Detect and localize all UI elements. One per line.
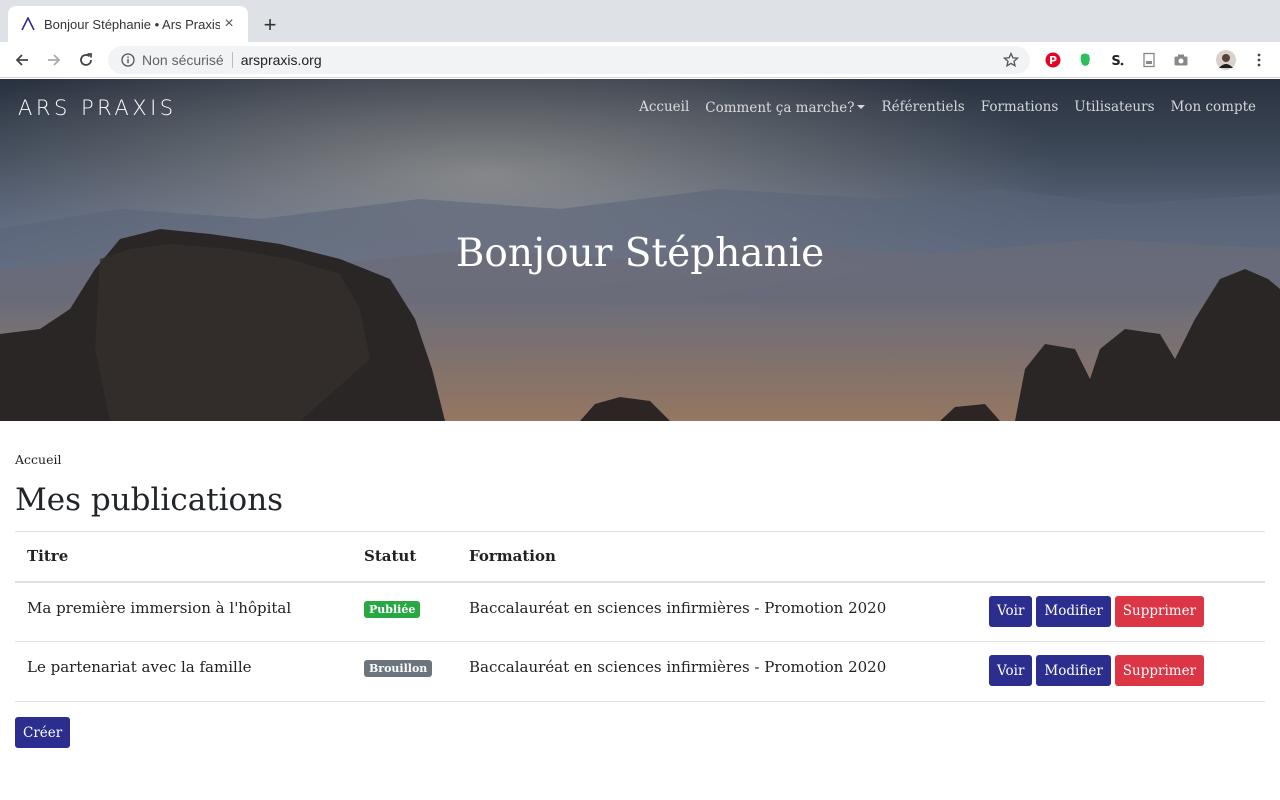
view-button[interactable]: Voir: [989, 655, 1033, 686]
close-tab-icon[interactable]: ×: [220, 15, 238, 33]
nav-link-comment-ca-marche: Comment ça marche?: [705, 100, 855, 116]
status-badge: Brouillon: [364, 660, 433, 677]
nav-link-utilisateurs[interactable]: Utilisateurs: [1074, 99, 1154, 117]
delete-button[interactable]: Supprimer: [1114, 655, 1205, 686]
profile-avatar[interactable]: [1216, 50, 1236, 70]
cell-formation: Baccalauréat en sciences infirmières - P…: [457, 581, 977, 642]
svg-text:P: P: [1049, 54, 1057, 67]
security-label: Non sécurisé: [142, 52, 224, 68]
create-button[interactable]: Créer: [15, 717, 71, 748]
bookmark-star-icon[interactable]: [1002, 51, 1020, 69]
pinterest-icon[interactable]: P: [1044, 51, 1062, 69]
cell-statut: Brouillon: [352, 641, 457, 702]
new-tab-icon[interactable]: +: [258, 13, 282, 37]
reload-icon[interactable]: [74, 48, 98, 72]
forward-arrow-icon[interactable]: [42, 48, 66, 72]
browser-menu-icon[interactable]: [1250, 51, 1268, 69]
extension-s-icon[interactable]: S: [1108, 51, 1126, 69]
nav-link-formations[interactable]: Formations: [981, 99, 1059, 117]
edit-button[interactable]: Modifier: [1036, 595, 1111, 627]
status-badge: Publiée: [364, 600, 421, 618]
nav-link-mon-compte[interactable]: Mon compte: [1171, 99, 1256, 117]
cell-titre: Le partenariat avec la famille: [15, 641, 352, 702]
cell-formation: Baccalauréat en sciences infirmières - P…: [457, 641, 977, 702]
browser-tabstrip: Bonjour Stéphanie • Ars Praxis × +: [0, 0, 1280, 42]
browser-toolbar: Non sécurisé arspraxis.org P S: [0, 42, 1280, 78]
url-text[interactable]: arspraxis.org: [241, 52, 322, 68]
back-arrow-icon[interactable]: [10, 48, 34, 72]
breadcrumb[interactable]: Accueil: [15, 452, 61, 467]
document-icon[interactable]: [1140, 51, 1158, 69]
site-logo[interactable]: ARS PRAXIS: [18, 96, 177, 120]
ars-praxis-favicon-icon: [20, 16, 36, 32]
hero-banner: ARS PRAXIS Accueil Comment ça marche? Ré…: [0, 79, 1280, 421]
info-icon[interactable]: [120, 52, 136, 68]
column-header-titre: Titre: [15, 531, 352, 583]
nav-link-accueil[interactable]: Accueil: [639, 99, 689, 117]
page-title: Mes publications: [15, 482, 284, 518]
svg-text:S: S: [1111, 54, 1120, 68]
table-row: Ma première immersion à l'hôpital Publié…: [15, 581, 1265, 642]
edit-button[interactable]: Modifier: [1036, 655, 1111, 686]
column-header-formation: Formation: [457, 531, 977, 583]
publications-table: Titre Statut Formation Ma première immer…: [15, 531, 1265, 702]
table-row: Le partenariat avec la famille Brouillon…: [15, 641, 1265, 702]
column-header-actions: [977, 531, 1265, 583]
table-header-row: Titre Statut Formation: [15, 531, 1265, 583]
omnibox-separator: [231, 52, 233, 68]
tab-title: Bonjour Stéphanie • Ars Praxis: [44, 16, 220, 32]
cell-titre: Ma première immersion à l'hôpital: [15, 581, 352, 642]
site-nav: Accueil Comment ça marche? Référentiels …: [639, 99, 1256, 117]
hero-title: Bonjour Stéphanie: [455, 231, 825, 276]
delete-button[interactable]: Supprimer: [1114, 595, 1205, 627]
nav-dropdown-comment[interactable]: Comment ça marche?: [705, 99, 866, 117]
column-header-statut: Statut: [352, 531, 457, 583]
address-bar[interactable]: Non sécurisé arspraxis.org: [108, 46, 1030, 74]
caret-down-icon: [857, 105, 866, 109]
view-button[interactable]: Voir: [989, 595, 1033, 627]
nav-link-referentiels[interactable]: Référentiels: [881, 99, 964, 117]
evernote-icon[interactable]: [1076, 51, 1094, 69]
cell-statut: Publiée: [352, 581, 457, 642]
cell-actions: Voir Modifier Supprimer: [977, 581, 1265, 642]
browser-tab[interactable]: Bonjour Stéphanie • Ars Praxis ×: [8, 6, 248, 42]
camera-icon[interactable]: [1172, 51, 1190, 69]
cell-actions: Voir Modifier Supprimer: [977, 641, 1265, 702]
